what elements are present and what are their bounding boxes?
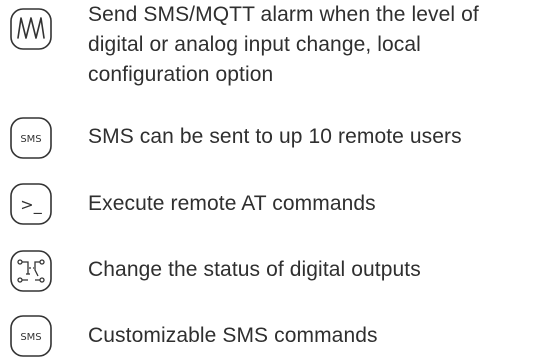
sms-icon: SMS [8, 313, 54, 359]
waveform-icon [8, 6, 54, 52]
digital-output-icon [8, 248, 54, 294]
sms-icon-label: SMS [20, 134, 41, 145]
terminal-icon: >_ [8, 181, 54, 227]
feature-text: Customizable SMS commands [88, 324, 378, 347]
feature-text: Execute remote AT commands [88, 192, 376, 215]
terminal-icon-label: >_ [20, 195, 42, 215]
sms-icon: SMS [8, 115, 54, 161]
sms-icon-label: SMS [20, 332, 41, 343]
feature-text: SMS can be sent to up 10 remote users [88, 125, 462, 148]
feature-text: Change the status of digital outputs [88, 258, 421, 281]
feature-text: Send SMS/MQTT alarm when the level of di… [88, 3, 479, 86]
